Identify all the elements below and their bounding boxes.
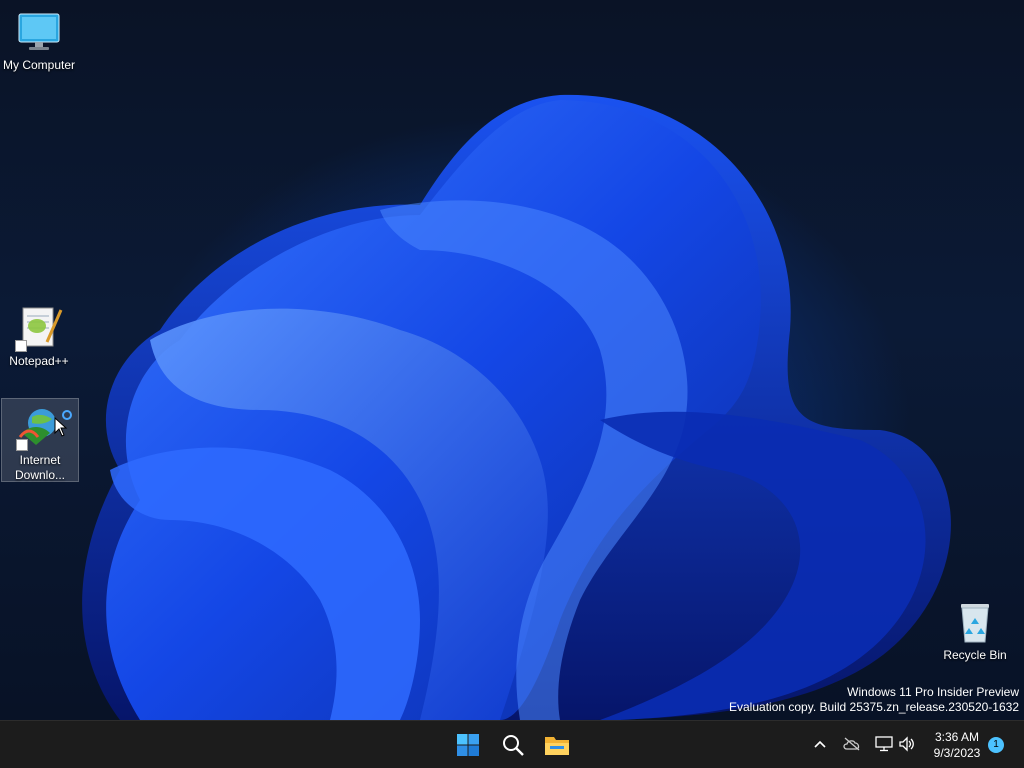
start-icon: [457, 734, 479, 756]
desktop-icon-label: Internet Downlo...: [14, 453, 66, 482]
speaker-icon: [899, 736, 914, 752]
desktop[interactable]: My Computer Notepad++ Internet Downlo...…: [0, 0, 1024, 720]
shortcut-arrow-icon: [16, 439, 28, 451]
notification-badge[interactable]: 1: [988, 737, 1004, 753]
search-icon: [503, 735, 524, 756]
taskbar: 3:36 AM 9/3/2023 1: [0, 720, 1024, 768]
desktop-icon-label: Notepad++: [9, 354, 69, 368]
clock-date: 9/3/2023: [933, 746, 981, 760]
monitor-icon: [15, 8, 63, 56]
file-explorer-button[interactable]: [539, 727, 575, 763]
shortcut-arrow-icon: [15, 340, 27, 352]
search-button[interactable]: [495, 727, 531, 763]
start-button[interactable]: [450, 727, 486, 763]
desktop-icon-recycle-bin[interactable]: Recycle Bin: [937, 594, 1013, 663]
bloom-wallpaper: [82, 94, 951, 720]
desktop-icon-my-computer[interactable]: My Computer: [1, 4, 77, 73]
notepad-plus-plus-icon: [15, 304, 63, 352]
recycle-bin-icon: [951, 598, 999, 646]
desktop-icon-label: Recycle Bin: [943, 648, 1007, 662]
cloud-offline-icon: [843, 737, 860, 751]
chevron-up-icon: [814, 740, 826, 748]
desktop-icon-notepad-plus-plus[interactable]: Notepad++: [1, 300, 77, 369]
watermark-line-1: Windows 11 Pro Insider Preview: [847, 685, 1019, 699]
show-hidden-icons-button[interactable]: [809, 733, 831, 755]
network-monitor-icon: [875, 736, 893, 752]
clock-button[interactable]: 3:36 AM 9/3/2023: [925, 729, 989, 761]
network-button[interactable]: [873, 733, 895, 755]
watermark-line-2: Evaluation copy. Build 25375.zn_release.…: [729, 700, 1019, 714]
mouse-cursor-icon: [54, 417, 68, 437]
evaluation-watermark: Windows 11 Pro Insider Preview Evaluatio…: [729, 685, 1019, 715]
volume-button[interactable]: [896, 733, 918, 755]
clock-time: 3:36 AM: [934, 730, 980, 744]
desktop-icon-label: My Computer: [2, 58, 76, 72]
busy-spinner-icon: [62, 410, 72, 420]
onedrive-button[interactable]: [841, 733, 863, 755]
file-explorer-icon: [545, 737, 569, 755]
